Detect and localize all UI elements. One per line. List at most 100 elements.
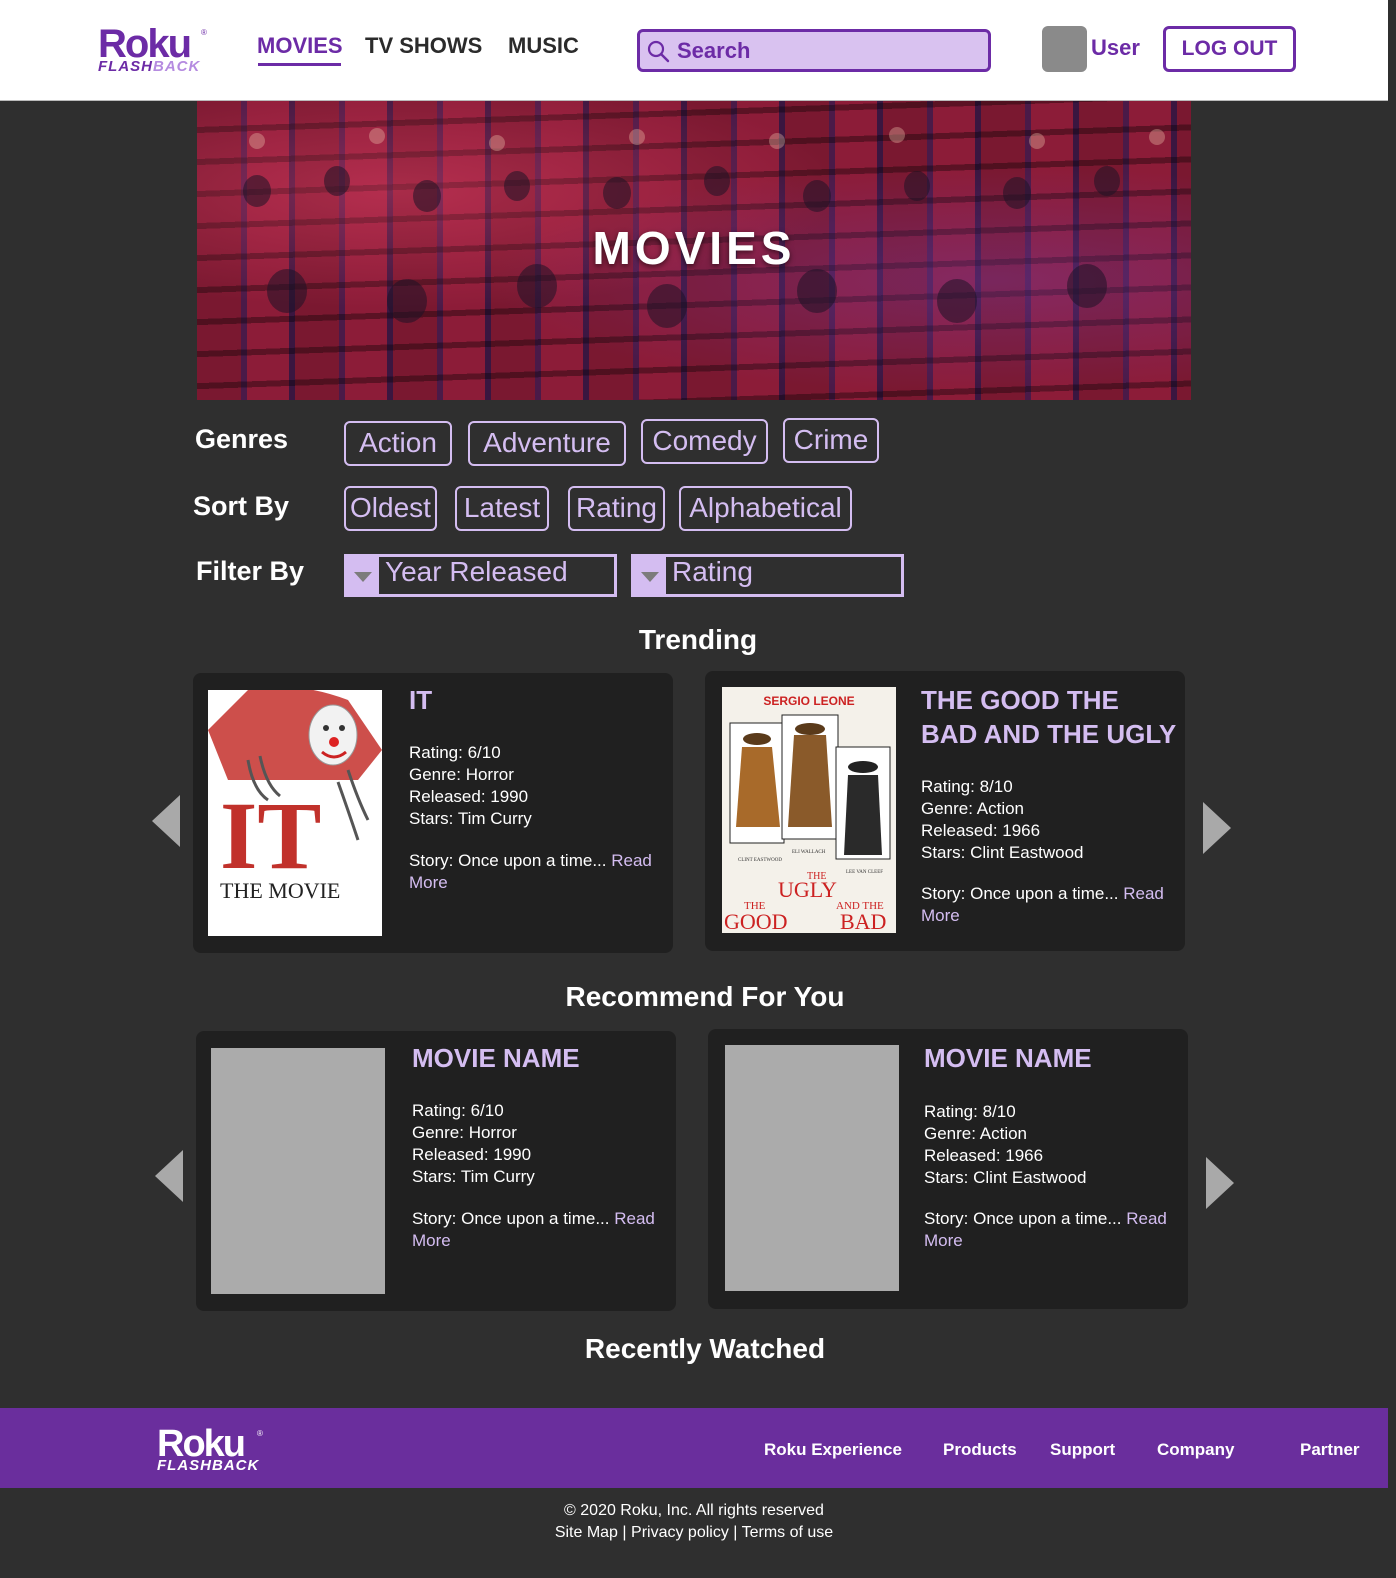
movie-stars: Stars: Clint Eastwood xyxy=(924,1168,1087,1187)
poster-placeholder[interactable] xyxy=(211,1048,385,1294)
story-text: Story: Once upon a time... xyxy=(409,851,607,870)
top-header: Roku ® FLASHBACK MOVIES TV SHOWS MUSIC S… xyxy=(0,0,1388,101)
genre-chip-crime[interactable]: Crime xyxy=(783,418,879,463)
genres-label: Genres xyxy=(195,424,289,454)
poster-director: SERGIO LEONE xyxy=(763,694,854,708)
recommend-prev-arrow-icon[interactable] xyxy=(155,1150,183,1202)
footer-logo-subtitle-b: BACK xyxy=(212,1457,260,1474)
movie-details: Rating: 8/10 Genre: Action Released: 196… xyxy=(924,1101,1087,1189)
avatar[interactable] xyxy=(1042,26,1087,72)
movie-genre: Genre: Horror xyxy=(412,1123,517,1142)
separator: | xyxy=(622,1524,627,1541)
movie-released: Released: 1990 xyxy=(409,787,529,806)
sort-by-label: Sort By xyxy=(193,491,290,521)
movie-story: Story: Once upon a time... Read More xyxy=(409,850,659,894)
movie-details: Rating: 6/10 Genre: Horror Released: 199… xyxy=(412,1100,535,1188)
year-released-dropdown[interactable]: Year Released xyxy=(344,554,617,597)
trending-title: Trending xyxy=(638,624,758,655)
hero-banner: MOVIES xyxy=(197,101,1191,400)
poster-cast-1: CLINT EASTWOOD xyxy=(738,858,782,863)
genre-chip-action[interactable]: Action xyxy=(344,421,452,466)
movie-details: Rating: 6/10 Genre: Horror Released: 199… xyxy=(409,742,532,830)
movie-rating: Rating: 8/10 xyxy=(921,777,1013,796)
poster-word-ugly: UGLY xyxy=(778,877,837,902)
nav-music[interactable]: MUSIC xyxy=(508,32,579,60)
copyright-text: © 2020 Roku, Inc. All rights reserved xyxy=(564,1502,824,1519)
poster-subtitle: THE MOVIE xyxy=(220,878,340,903)
movie-story: Story: Once upon a time... Read More xyxy=(924,1208,1179,1252)
chevron-down-icon xyxy=(347,557,379,594)
footer-logo-subtitle: FLASHBACK xyxy=(157,1457,259,1474)
movie-title[interactable]: MOVIE NAME xyxy=(412,1041,662,1075)
sort-chip-oldest[interactable]: Oldest xyxy=(344,486,437,531)
logo-subtitle-b: BACK xyxy=(153,58,201,75)
movie-genre: Genre: Horror xyxy=(409,765,514,784)
registered-mark-icon: ® xyxy=(257,1429,263,1438)
footer-link-products[interactable]: Products xyxy=(943,1440,1017,1460)
movie-genre: Genre: Action xyxy=(921,799,1025,818)
logo-subtitle: FLASHBACK xyxy=(98,58,200,75)
story-text: Story: Once upon a time... xyxy=(412,1209,610,1228)
rating-dropdown[interactable]: Rating xyxy=(631,554,904,597)
legal-links: Site Map | Privacy policy | Terms of use xyxy=(0,1522,1388,1544)
logout-button[interactable]: LOG OUT xyxy=(1163,26,1296,72)
hero-title: MOVIES xyxy=(592,222,796,274)
poster-headline: IT xyxy=(220,782,321,889)
nav-tv-shows[interactable]: TV SHOWS xyxy=(365,32,482,60)
movie-rating: Rating: 6/10 xyxy=(409,743,501,762)
roku-flashback-logo[interactable]: Roku ® FLASHBACK xyxy=(98,24,218,78)
genre-chip-comedy[interactable]: Comedy xyxy=(641,419,768,464)
genre-chip-adventure[interactable]: Adventure xyxy=(468,421,626,466)
footer-logo-subtitle-a: FLASH xyxy=(157,1457,212,1474)
nav-movies[interactable]: MOVIES xyxy=(257,32,343,60)
movie-title[interactable]: THE GOOD THE BAD AND THE UGLY xyxy=(921,683,1181,751)
sort-chip-rating[interactable]: Rating xyxy=(568,486,665,531)
movie-stars: Stars: Clint Eastwood xyxy=(921,843,1084,862)
sort-chip-alphabetical[interactable]: Alphabetical xyxy=(679,486,852,531)
good-bad-ugly-poster[interactable]: SERGIO LEONE CLINT EASTWOOD ELI WALLACH … xyxy=(722,687,896,933)
recommend-next-arrow-icon[interactable] xyxy=(1206,1157,1234,1209)
recommend-title: Recommend For You xyxy=(565,981,845,1012)
movie-card[interactable]: IT THE MOVIE IT Rating: 6/10 Genre: Horr… xyxy=(193,673,673,953)
privacy-policy-link[interactable]: Privacy policy xyxy=(631,1524,729,1541)
movie-story: Story: Once upon a time... Read More xyxy=(412,1208,662,1252)
filter-by-label: Filter By xyxy=(196,556,305,586)
footer-link-partner[interactable]: Partner xyxy=(1300,1440,1360,1460)
story-text: Story: Once upon a time... xyxy=(924,1209,1122,1228)
chevron-down-icon xyxy=(634,557,666,594)
movie-card[interactable]: MOVIE NAME Rating: 6/10 Genre: Horror Re… xyxy=(196,1031,676,1311)
movie-details: Rating: 8/10 Genre: Action Released: 196… xyxy=(921,776,1084,864)
footer-link-company[interactable]: Company xyxy=(1157,1440,1234,1460)
footer-link-roku-experience[interactable]: Roku Experience xyxy=(764,1440,902,1460)
footer-link-support[interactable]: Support xyxy=(1050,1440,1115,1460)
dropdown-label: Rating xyxy=(672,556,753,587)
terms-of-use-link[interactable]: Terms of use xyxy=(742,1524,834,1541)
story-text: Story: Once upon a time... xyxy=(921,884,1119,903)
poster-word-good: GOOD xyxy=(724,909,788,933)
site-map-link[interactable]: Site Map xyxy=(555,1524,618,1541)
movie-card[interactable]: SERGIO LEONE CLINT EASTWOOD ELI WALLACH … xyxy=(705,671,1185,951)
movie-title[interactable]: MOVIE NAME xyxy=(924,1041,1174,1075)
poster-word-bad: BAD xyxy=(840,909,886,933)
user-label[interactable]: User xyxy=(1091,35,1140,61)
trending-prev-arrow-icon[interactable] xyxy=(152,795,180,847)
movie-title[interactable]: IT xyxy=(409,683,659,717)
sort-chip-latest[interactable]: Latest xyxy=(455,486,549,531)
movie-stars: Stars: Tim Curry xyxy=(412,1167,535,1186)
footer-logo[interactable]: Roku ® FLASHBACK xyxy=(157,1425,277,1475)
registered-mark-icon: ® xyxy=(201,28,207,37)
search-input[interactable]: Search xyxy=(637,29,991,72)
movie-story: Story: Once upon a time... Read More xyxy=(921,883,1176,927)
poster-placeholder[interactable] xyxy=(725,1045,899,1291)
movie-rating: Rating: 6/10 xyxy=(412,1101,504,1120)
poster-cast-2: ELI WALLACH xyxy=(792,850,826,855)
movie-released: Released: 1966 xyxy=(924,1146,1044,1165)
movie-released: Released: 1990 xyxy=(412,1145,532,1164)
search-placeholder: Search xyxy=(677,38,751,63)
search-icon xyxy=(647,40,670,63)
trending-next-arrow-icon[interactable] xyxy=(1203,802,1231,854)
separator: | xyxy=(733,1524,738,1541)
it-movie-poster[interactable]: IT THE MOVIE xyxy=(208,690,382,936)
movie-rating: Rating: 8/10 xyxy=(924,1102,1016,1121)
movie-card[interactable]: MOVIE NAME Rating: 8/10 Genre: Action Re… xyxy=(708,1029,1188,1309)
